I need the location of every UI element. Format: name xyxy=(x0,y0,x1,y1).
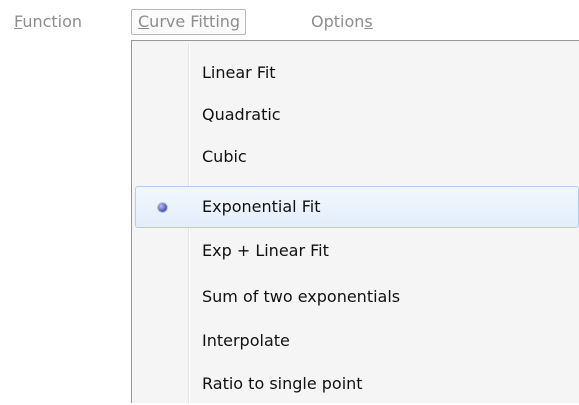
menu-item-linear-fit[interactable]: Linear Fit xyxy=(135,52,579,94)
radio-selected-icon xyxy=(158,203,167,212)
menu-options-label: Option xyxy=(311,12,365,31)
menu-options-accelerator: s xyxy=(364,12,373,31)
menu-item-label: Ratio to single point xyxy=(202,374,363,393)
menu-curve-fitting[interactable]: Curve Fitting xyxy=(131,9,247,35)
menu-item-label: Exponential Fit xyxy=(202,197,321,216)
curve-fitting-dropdown: Linear Fit Quadratic Cubic Exponential F… xyxy=(131,40,579,403)
menu-item-label: Interpolate xyxy=(202,331,290,350)
menu-bar: Function Curve Fitting Options xyxy=(0,0,579,40)
menu-item-cubic[interactable]: Cubic xyxy=(135,136,579,178)
menu-function[interactable]: Function xyxy=(14,10,82,34)
menu-item-label: Quadratic xyxy=(202,105,281,124)
menu-function-label: unction xyxy=(22,12,83,31)
menu-item-label: Sum of two exponentials xyxy=(202,287,401,306)
menu-item-ratio-to-single-point[interactable]: Ratio to single point xyxy=(135,363,579,405)
menu-item-quadratic[interactable]: Quadratic xyxy=(135,94,579,136)
menu-options[interactable]: Options xyxy=(311,10,373,34)
menu-item-label: Linear Fit xyxy=(202,63,276,82)
menu-item-exp-linear-fit[interactable]: Exp + Linear Fit xyxy=(135,230,579,272)
menu-item-interpolate[interactable]: Interpolate xyxy=(135,320,579,362)
menu-item-sum-of-two-exponentials[interactable]: Sum of two exponentials xyxy=(135,276,579,318)
menu-item-label: Cubic xyxy=(202,147,247,166)
menu-item-label: Exp + Linear Fit xyxy=(202,241,329,260)
menu-curve-fitting-label: urve Fitting xyxy=(149,12,241,31)
menu-curve-fitting-accelerator: C xyxy=(138,12,150,31)
menu-item-exponential-fit[interactable]: Exponential Fit xyxy=(135,186,579,228)
